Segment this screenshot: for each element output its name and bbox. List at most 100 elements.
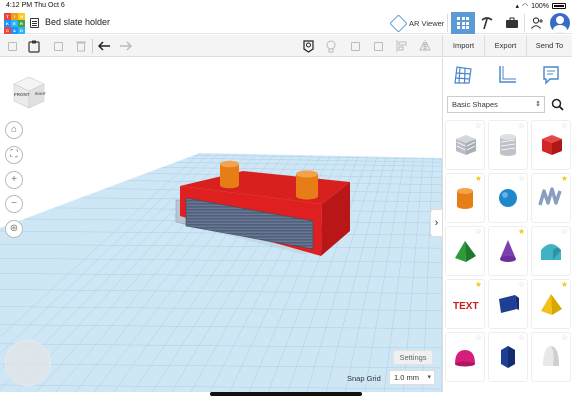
- app-header: TINKERCAD Bed slate holder AR Viewer: [0, 12, 572, 34]
- shape-cone[interactable]: ★: [488, 226, 528, 276]
- viewcube-front-label[interactable]: FRONT: [14, 92, 30, 97]
- favorite-star-icon[interactable]: ☆: [518, 334, 525, 342]
- edit-toolbar: Import Export Send To: [0, 35, 572, 57]
- 3d-viewport[interactable]: FRONT RIGHT ⌂ ⛶ + − ⊛ Settings Snap Grid…: [0, 58, 442, 392]
- briefcase-icon[interactable]: [505, 16, 519, 30]
- mirror-icon[interactable]: [418, 39, 432, 53]
- collapse-panel-button[interactable]: ›: [430, 209, 442, 237]
- snap-grid-select[interactable]: 1.0 mm: [389, 370, 435, 385]
- tinkercad-logo[interactable]: TINKERCAD: [4, 13, 25, 34]
- cylinder-icon: [457, 188, 473, 209]
- shape-scribble[interactable]: ★: [531, 173, 571, 223]
- peg-right[interactable]: [296, 170, 318, 200]
- logo-letter: K: [4, 20, 11, 27]
- logo-letter: I: [11, 13, 18, 20]
- paste-icon[interactable]: [27, 39, 41, 53]
- orbit-joystick[interactable]: [5, 340, 51, 386]
- home-indicator: [210, 392, 362, 396]
- box-icon: [542, 135, 562, 155]
- pyramid-icon: [455, 241, 476, 262]
- favorite-star-icon[interactable]: ☆: [475, 228, 482, 236]
- home-view-icon[interactable]: ⌂: [5, 121, 23, 139]
- logo-letter: A: [11, 27, 18, 34]
- paraboloid-icon: [543, 346, 559, 366]
- send-to-button[interactable]: Send To: [526, 35, 572, 57]
- peg-left[interactable]: [220, 160, 239, 189]
- viewcube-right-label[interactable]: RIGHT: [35, 92, 46, 96]
- duplicate-icon[interactable]: [51, 39, 65, 53]
- add-user-icon[interactable]: [530, 16, 544, 30]
- favorite-star-icon[interactable]: ☆: [561, 334, 568, 342]
- logo-letter: C: [4, 27, 11, 34]
- workplane-scene[interactable]: [0, 58, 442, 392]
- shape-category-select[interactable]: Basic Shapes: [447, 96, 545, 113]
- copy-icon[interactable]: [5, 39, 19, 53]
- header-divider: [524, 14, 525, 32]
- battery-percent: 100%: [531, 2, 549, 10]
- ungroup-icon[interactable]: [371, 39, 385, 53]
- favorite-star-icon[interactable]: ★: [518, 228, 525, 236]
- favorite-star-icon[interactable]: ☆: [561, 122, 568, 130]
- shapes-panel: Basic Shapes ☆ ☆ ☆ ★ ☆ ★ ☆ ★ ☆ TEXT ★ ☆ ★ ☆ ☆ ☆: [442, 58, 572, 392]
- group-icon[interactable]: [348, 39, 362, 53]
- polygon-icon: [501, 346, 515, 368]
- search-icon[interactable]: [549, 96, 566, 113]
- shape-pyramid-yellow[interactable]: ★: [531, 279, 571, 329]
- 3d-design-view-button[interactable]: [451, 12, 475, 34]
- view-cube[interactable]: FRONT RIGHT: [11, 73, 47, 109]
- avatar[interactable]: [550, 13, 570, 33]
- notes-panel-icon[interactable]: [540, 64, 562, 86]
- favorite-star-icon[interactable]: ☆: [518, 122, 525, 130]
- trash-icon[interactable]: [74, 39, 88, 53]
- favorite-star-icon[interactable]: ☆: [518, 281, 525, 289]
- workplane-tool-icon[interactable]: [452, 64, 474, 86]
- zoom-in-icon[interactable]: +: [5, 171, 23, 189]
- half-sphere-icon: [455, 350, 475, 367]
- logo-letter: D: [18, 27, 25, 34]
- align-icon[interactable]: [395, 39, 409, 53]
- undo-icon[interactable]: [97, 39, 111, 53]
- import-button[interactable]: Import: [442, 35, 484, 57]
- shape-cylinder-hole[interactable]: ☆: [488, 120, 528, 170]
- favorite-star-icon[interactable]: ★: [561, 175, 568, 183]
- favorite-star-icon[interactable]: ★: [561, 281, 568, 289]
- logo-letter: N: [18, 13, 25, 20]
- ar-viewer-button[interactable]: AR Viewer: [389, 13, 444, 33]
- scribble-icon: [538, 187, 562, 206]
- shape-cylinder[interactable]: ★: [445, 173, 485, 223]
- shape-wedge[interactable]: ☆: [488, 279, 528, 329]
- shape-sphere[interactable]: ☆: [488, 173, 528, 223]
- pickaxe-icon[interactable]: [480, 16, 494, 30]
- fit-view-icon[interactable]: ⛶: [5, 146, 23, 164]
- battery-icon: [552, 3, 566, 9]
- status-date: Thu Oct 6: [34, 2, 65, 9]
- ruler-tool-icon[interactable]: [496, 64, 518, 86]
- shape-box-hole[interactable]: ☆: [445, 120, 485, 170]
- roof-icon: [541, 244, 561, 260]
- shape-pyramid[interactable]: ☆: [445, 226, 485, 276]
- design-title[interactable]: Bed slate holder: [45, 17, 110, 27]
- light-bulb-icon[interactable]: [324, 39, 338, 53]
- shape-polygon[interactable]: ☆: [488, 332, 528, 382]
- favorite-star-icon[interactable]: ★: [475, 175, 482, 183]
- notes-icon[interactable]: [301, 39, 315, 53]
- zoom-out-icon[interactable]: −: [5, 195, 23, 213]
- favorite-star-icon[interactable]: ☆: [475, 334, 482, 342]
- cone-icon: [500, 240, 516, 262]
- shape-paraboloid[interactable]: ☆: [531, 332, 571, 382]
- favorite-star-icon[interactable]: ☆: [475, 122, 482, 130]
- shape-half-sphere[interactable]: ☆: [445, 332, 485, 382]
- shape-box[interactable]: ☆: [531, 120, 571, 170]
- shape-text[interactable]: TEXT ★: [445, 279, 485, 329]
- shape-roof[interactable]: ☆: [531, 226, 571, 276]
- settings-button[interactable]: Settings: [393, 350, 433, 365]
- favorite-star-icon[interactable]: ☆: [561, 228, 568, 236]
- toolbar-divider: [92, 39, 93, 53]
- redo-icon[interactable]: [119, 39, 133, 53]
- favorite-star-icon[interactable]: ★: [475, 281, 482, 289]
- design-list-icon[interactable]: [30, 18, 39, 28]
- perspective-toggle-icon[interactable]: ⊛: [5, 220, 23, 238]
- export-button[interactable]: Export: [484, 35, 526, 57]
- logo-letter: E: [11, 20, 18, 27]
- favorite-star-icon[interactable]: ☆: [518, 175, 525, 183]
